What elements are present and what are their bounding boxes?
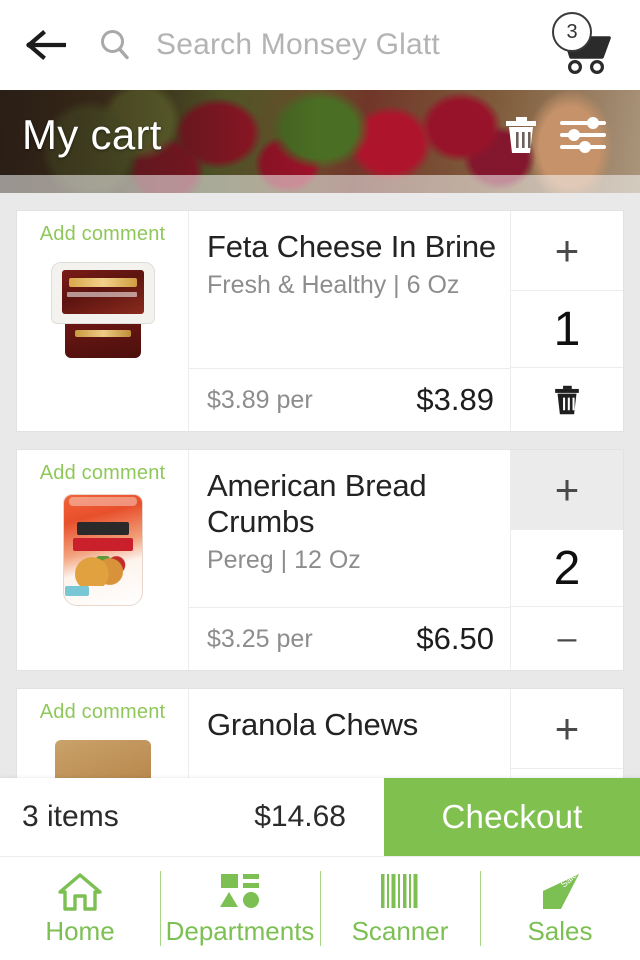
trash-icon bbox=[555, 385, 579, 414]
line-total-price: $6.50 bbox=[416, 621, 494, 656]
cart-total-label: $14.68 bbox=[254, 800, 346, 833]
product-name[interactable]: Feta Cheese In Brine bbox=[207, 229, 496, 265]
nav-item-departments[interactable]: Departments bbox=[160, 857, 320, 960]
nav-item-home[interactable]: Home bbox=[0, 857, 160, 960]
nav-label: Scanner bbox=[351, 915, 449, 946]
cart-header-banner: My cart bbox=[0, 90, 640, 193]
cart-item-media: Add comment bbox=[17, 450, 189, 670]
cart-item-row[interactable]: Add comment Feta Cheese In Brine Fresh &… bbox=[16, 210, 624, 432]
checkout-spacer bbox=[119, 778, 255, 856]
nav-label: Departments bbox=[165, 915, 315, 946]
product-subtitle: Pereg | 12 Oz bbox=[207, 545, 361, 574]
line-total-price: $3.89 bbox=[416, 382, 494, 417]
feta-tub-graphic bbox=[50, 260, 155, 360]
trash-icon bbox=[506, 116, 536, 153]
cart-item-row[interactable]: Add comment American Bread Crumbs Pereg … bbox=[16, 449, 624, 671]
quantity-stepper: + 1 bbox=[511, 211, 623, 431]
search-icon bbox=[101, 30, 129, 60]
sale-tag-icon: Sale bbox=[537, 871, 583, 911]
nav-label: Sales bbox=[527, 915, 593, 946]
increment-button[interactable]: + bbox=[511, 211, 623, 291]
top-app-bar: Search Monsey Glatt 3 bbox=[0, 0, 640, 90]
items-count-label: 3 items bbox=[22, 800, 119, 833]
add-comment-link[interactable]: Add comment bbox=[40, 462, 166, 485]
quantity-value[interactable]: 2 bbox=[511, 530, 623, 607]
bottom-navigation: Home Departments Scanner Sale Sales bbox=[0, 856, 640, 960]
cart-item-media: Add comment bbox=[17, 211, 189, 431]
breadcrumbs-pouch-graphic bbox=[62, 494, 143, 606]
increment-button[interactable]: + bbox=[511, 689, 623, 769]
arrow-left-icon bbox=[26, 30, 66, 60]
cart-item-details: American Bread Crumbs Pereg | 12 Oz $3.2… bbox=[189, 450, 511, 670]
product-name[interactable]: Granola Chews bbox=[207, 707, 496, 743]
page-title: My cart bbox=[22, 110, 162, 158]
cart-items-scroll[interactable]: Add comment Feta Cheese In Brine Fresh &… bbox=[0, 193, 640, 856]
sliders-icon bbox=[560, 116, 606, 153]
departments-grid-icon bbox=[218, 871, 262, 911]
product-image[interactable] bbox=[43, 491, 163, 609]
product-name[interactable]: American Bread Crumbs bbox=[207, 468, 496, 540]
cart-badge-count: 3 bbox=[552, 12, 592, 52]
checkout-summary-bar: 3 items $14.68 Checkout bbox=[0, 778, 640, 856]
cart-item-details: Feta Cheese In Brine Fresh & Healthy | 6… bbox=[189, 211, 511, 431]
nav-label: Home bbox=[45, 915, 115, 946]
add-comment-link[interactable]: Add comment bbox=[40, 223, 166, 246]
product-subtitle: Fresh & Healthy | 6 Oz bbox=[207, 270, 460, 299]
quantity-value[interactable]: 1 bbox=[511, 291, 623, 368]
decrement-button[interactable]: – bbox=[511, 607, 623, 670]
checkout-button[interactable]: Checkout bbox=[384, 778, 640, 856]
remove-item-button[interactable] bbox=[511, 368, 623, 431]
add-comment-link[interactable]: Add comment bbox=[40, 701, 166, 724]
home-icon bbox=[57, 871, 103, 911]
back-button[interactable] bbox=[18, 17, 74, 73]
nav-item-scanner[interactable]: Scanner bbox=[320, 857, 480, 960]
cart-button[interactable]: 3 bbox=[548, 12, 618, 76]
product-image[interactable] bbox=[43, 252, 163, 370]
cart-filter-button[interactable] bbox=[552, 106, 614, 164]
search-button[interactable] bbox=[88, 18, 142, 72]
increment-button[interactable]: + bbox=[511, 450, 623, 530]
quantity-stepper: + 2 – bbox=[511, 450, 623, 670]
unit-price: $3.89 per bbox=[207, 385, 313, 414]
search-input[interactable]: Search Monsey Glatt bbox=[142, 28, 548, 62]
nav-item-sales[interactable]: Sale Sales bbox=[480, 857, 640, 960]
empty-cart-button[interactable] bbox=[490, 106, 552, 164]
unit-price: $3.25 per bbox=[207, 624, 313, 653]
barcode-icon bbox=[378, 871, 422, 911]
